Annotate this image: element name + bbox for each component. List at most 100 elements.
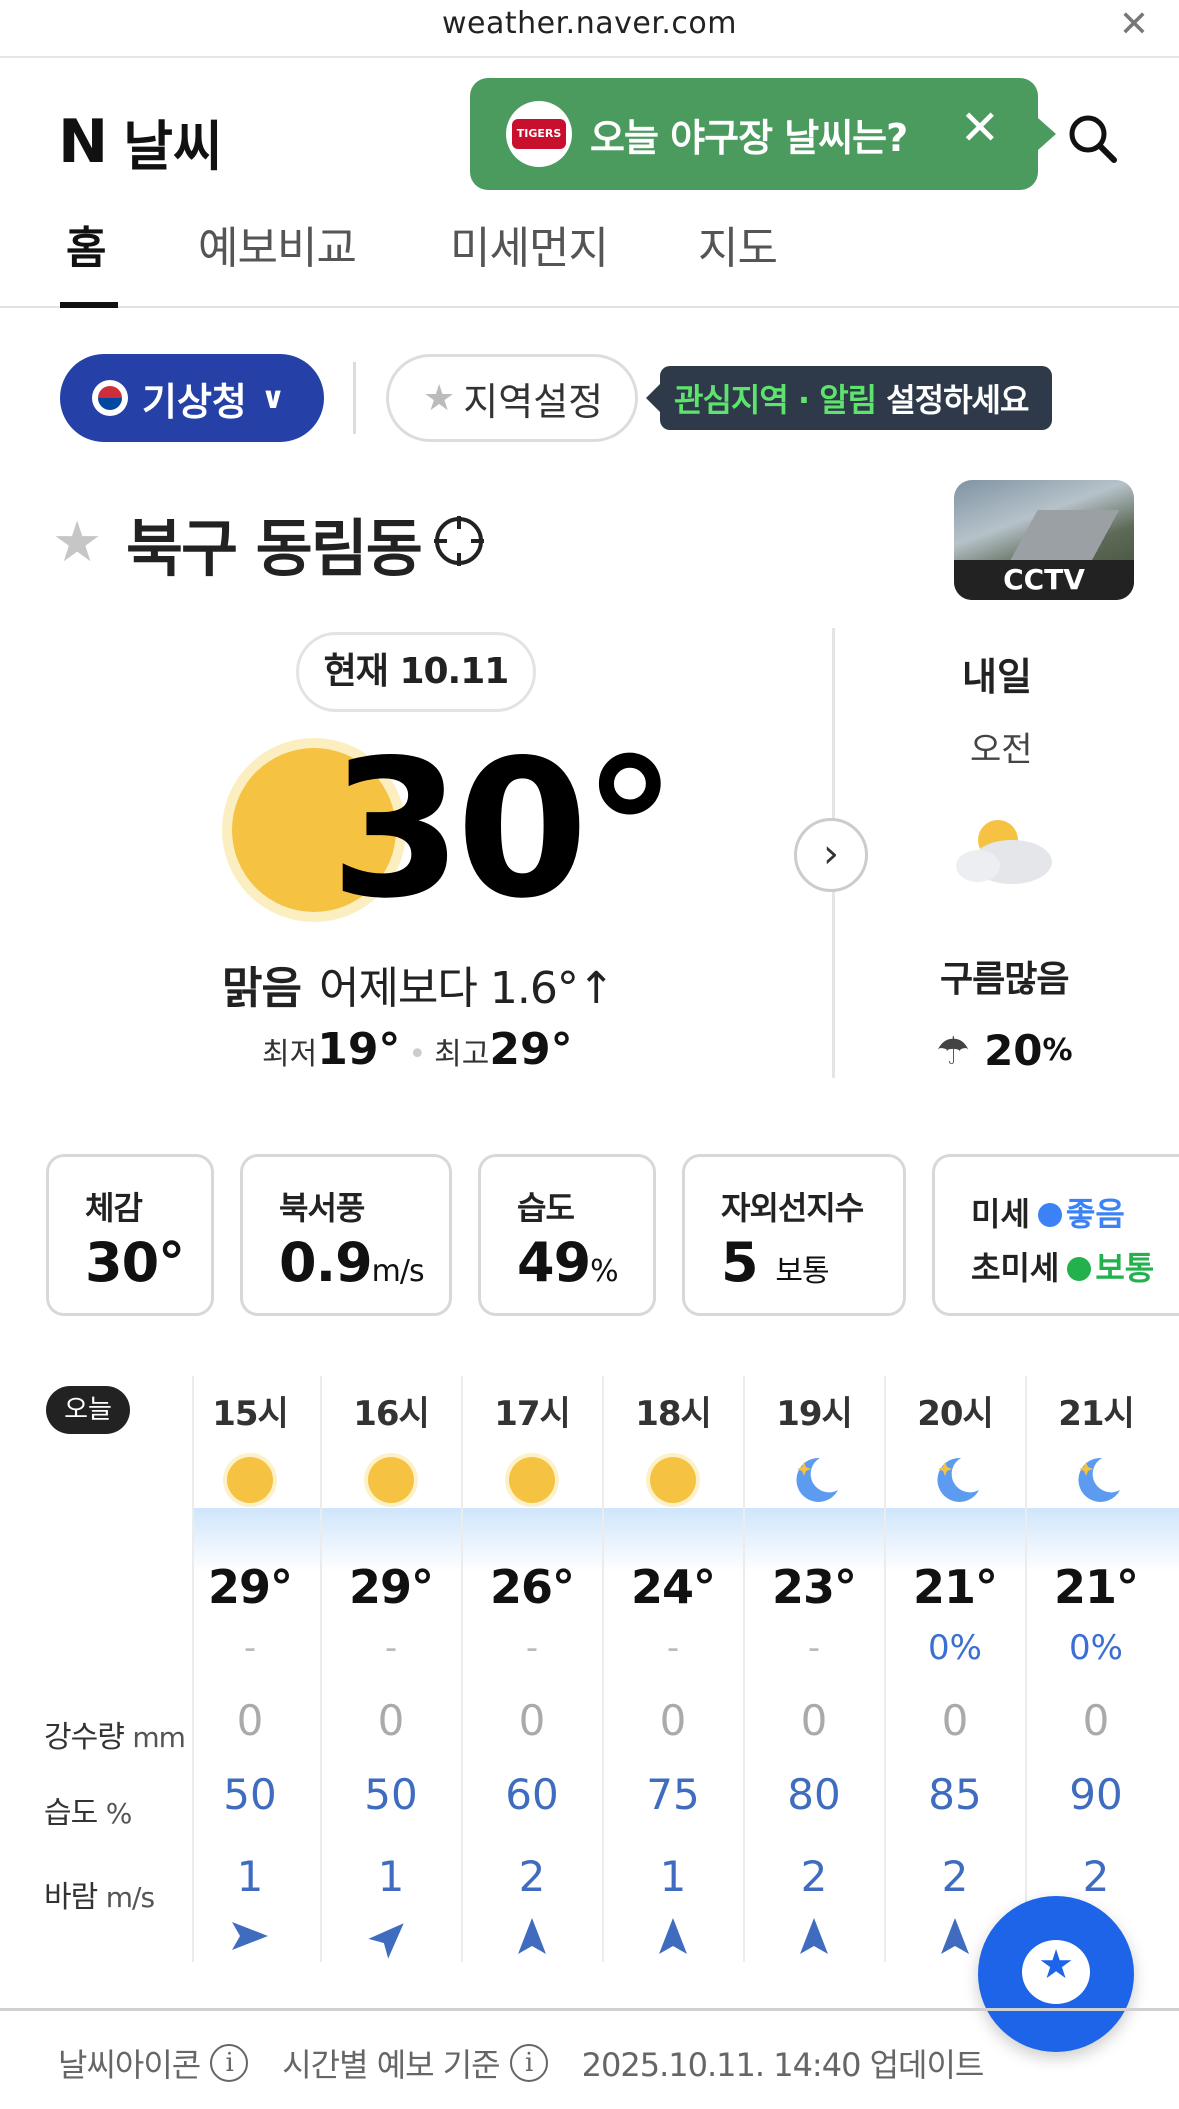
region-setting-label: 지역설정 [463, 379, 604, 424]
naver-logo-icon: N [58, 106, 108, 177]
location-name[interactable]: 북구 동림동 [126, 498, 423, 588]
min-label: 최저 [262, 1037, 318, 1072]
tab-forecast-compare[interactable]: 예보비교 [198, 212, 357, 276]
tomorrow-condition: 구름많음 [940, 959, 1069, 1000]
rain-row-label: 강수량 mm [44, 1720, 186, 1755]
tigers-logo-icon: TIGERS [506, 101, 572, 167]
url-text[interactable]: weather.naver.com [0, 6, 1179, 41]
precip-probability: 0% [928, 1628, 982, 1668]
close-icon[interactable]: ✕ [1119, 4, 1149, 45]
humidity-value: 80 [787, 1770, 841, 1819]
tooltip-highlight: 관심지역 · 알림 [674, 381, 877, 419]
precip-probability: - [384, 1628, 398, 1668]
humidity-value: 85 [928, 1770, 982, 1819]
chevron-right-icon[interactable]: › [794, 818, 868, 892]
divider [353, 362, 356, 434]
precip-probability: - [525, 1628, 539, 1668]
info-icon[interactable]: i [210, 2044, 249, 2082]
update-time: 2025.10.11. 14:40 업데이트 [581, 2046, 985, 2084]
precip-probability: 0% [1069, 1628, 1123, 1668]
today-badge: 오늘 [46, 1386, 130, 1434]
pm25-row: 초미세 보통 [971, 1249, 1155, 1287]
tab-map[interactable]: 지도 [698, 212, 778, 276]
footer: 날씨아이콘 i 시간별 예보 기준 i 2025.10.11. 14:40 업데이트 [58, 2040, 985, 2086]
sun-icon [364, 1453, 418, 1507]
sun-icon [646, 1453, 700, 1507]
hour-label: 19시 [776, 1394, 853, 1434]
chatbot-button[interactable]: ★ [978, 1896, 1134, 2052]
sun-icon [505, 1453, 559, 1507]
wind-direction-icon [462, 1914, 602, 1962]
hour-label: 18시 [635, 1394, 712, 1434]
banner-close-icon[interactable]: ✕ [960, 100, 1000, 156]
source-selector-button[interactable]: 기상청 ∨ [60, 354, 324, 442]
humidity-card[interactable]: 습도 49% [478, 1154, 656, 1316]
uv-index-card[interactable]: 자외선지수 5 보통 [682, 1154, 906, 1316]
wind-row-label: 바람 m/s [44, 1880, 155, 1915]
hourly-temperature: 29° [207, 1560, 293, 1614]
max-temp: 29° [489, 1024, 573, 1075]
naver-weather-logo[interactable]: N 날씨 [58, 102, 223, 181]
banner-text: 오늘 야구장 날씨는? [590, 115, 908, 160]
air-quality-card[interactable]: 미세 좋음 초미세 보통 [932, 1154, 1179, 1316]
cctv-thumbnail[interactable]: CCTV [954, 480, 1134, 600]
rain-amount: 0 [236, 1696, 264, 1745]
current-location-icon[interactable] [432, 514, 486, 568]
wind-speed: 1 [659, 1852, 687, 1901]
wind-speed: 2 [518, 1852, 546, 1901]
hourly-temperature: 21° [1053, 1560, 1139, 1614]
card-label: 습도 [517, 1189, 575, 1227]
active-tab-indicator [60, 302, 118, 308]
partly-cloudy-icon [956, 820, 1052, 884]
humidity-value: 50 [223, 1770, 277, 1819]
rain-prob-value: 20 [984, 1026, 1043, 1075]
tomorrow-title: 내일 [962, 655, 1032, 699]
wind-speed: 2 [1082, 1852, 1110, 1901]
card-value: 49% [517, 1231, 619, 1294]
hourly-temperature: 23° [771, 1560, 857, 1614]
current-time-pill: 현재 10.11 [296, 632, 536, 712]
humidity-value: 75 [646, 1770, 700, 1819]
tab-home[interactable]: 홈 [66, 212, 106, 276]
precip-probability: - [666, 1628, 680, 1668]
tomorrow-period: 오전 [970, 730, 1033, 770]
wind-direction-icon [180, 1914, 320, 1962]
feels-like-card[interactable]: 체감 30° [46, 1154, 214, 1316]
hour-label: 15시 [212, 1394, 289, 1434]
header: N 날씨 TIGERS 오늘 야구장 날씨는? ✕ [0, 58, 1179, 208]
favorite-star-icon[interactable]: ★ [52, 510, 102, 575]
browser-url-bar: weather.naver.com ✕ [0, 0, 1179, 58]
humidity-row-label: 습도 % [44, 1796, 132, 1831]
info-icon[interactable]: i [509, 2044, 548, 2082]
max-label: 최고 [434, 1037, 490, 1072]
forecast-basis-label[interactable]: 시간별 예보 기준 [282, 2040, 500, 2086]
tab-fine-dust[interactable]: 미세먼지 [450, 212, 609, 276]
rain-amount: 0 [1082, 1696, 1110, 1745]
star-icon: ★ [1038, 1942, 1074, 1988]
card-value: 0.9m/s [279, 1231, 425, 1294]
wind-speed: 2 [941, 1852, 969, 1901]
search-icon[interactable] [1064, 110, 1120, 166]
moon-icon [1078, 1457, 1120, 1502]
condition-text: 맑음 [222, 963, 302, 1014]
current-temperature: 30° [330, 719, 677, 940]
hour-label: 17시 [494, 1394, 571, 1434]
wind-card[interactable]: 북서풍 0.9m/s [240, 1154, 452, 1316]
rain-amount: 0 [377, 1696, 405, 1745]
baseball-weather-banner[interactable]: TIGERS 오늘 야구장 날씨는? ✕ [470, 78, 1056, 190]
humidity-value: 50 [364, 1770, 418, 1819]
tomorrow-rain-prob: ☂ 20% [936, 1026, 1073, 1075]
main-tabs: 홈 예보비교 미세먼지 지도 [0, 208, 1179, 308]
wind-direction-icon [744, 1914, 884, 1962]
kma-flag-icon [92, 380, 128, 416]
region-setting-button[interactable]: ★ 지역설정 [386, 354, 638, 442]
weather-icon-label[interactable]: 날씨아이콘 [58, 2040, 201, 2086]
humidity-value: 90 [1069, 1770, 1123, 1819]
pm10-row: 미세 좋음 [971, 1195, 1125, 1233]
star-icon: ★ [423, 377, 456, 419]
region-tooltip: 관심지역 · 알림 설정하세요 [646, 366, 1052, 430]
min-temp: 19° [317, 1024, 401, 1075]
compare-yesterday: 어제보다 1.6°↑ [318, 963, 615, 1014]
hour-label: 21시 [1058, 1394, 1135, 1434]
wind-direction-icon [603, 1914, 743, 1962]
